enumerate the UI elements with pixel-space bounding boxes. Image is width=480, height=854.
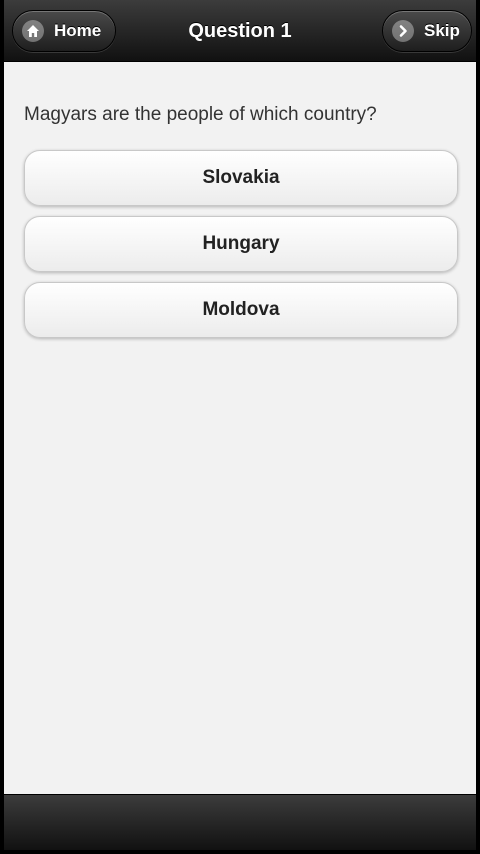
home-button-label: Home xyxy=(54,21,102,40)
answer-button[interactable]: Moldova xyxy=(24,282,458,338)
footer-bar xyxy=(4,794,476,850)
question-text: Magyars are the people of which country? xyxy=(24,104,377,125)
home-icon xyxy=(22,20,44,42)
skip-button[interactable]: Skip xyxy=(382,10,472,52)
answer-button[interactable]: Hungary xyxy=(24,216,458,272)
header-bar: Question 1 Home Skip xyxy=(4,0,476,62)
app-screen: Question 1 Home Skip Magyars are the peo… xyxy=(0,0,480,854)
home-button[interactable]: Home xyxy=(12,10,116,52)
answer-button[interactable]: Slovakia xyxy=(24,150,458,206)
chevron-right-icon xyxy=(392,20,414,42)
skip-button-label: Skip xyxy=(424,21,460,40)
